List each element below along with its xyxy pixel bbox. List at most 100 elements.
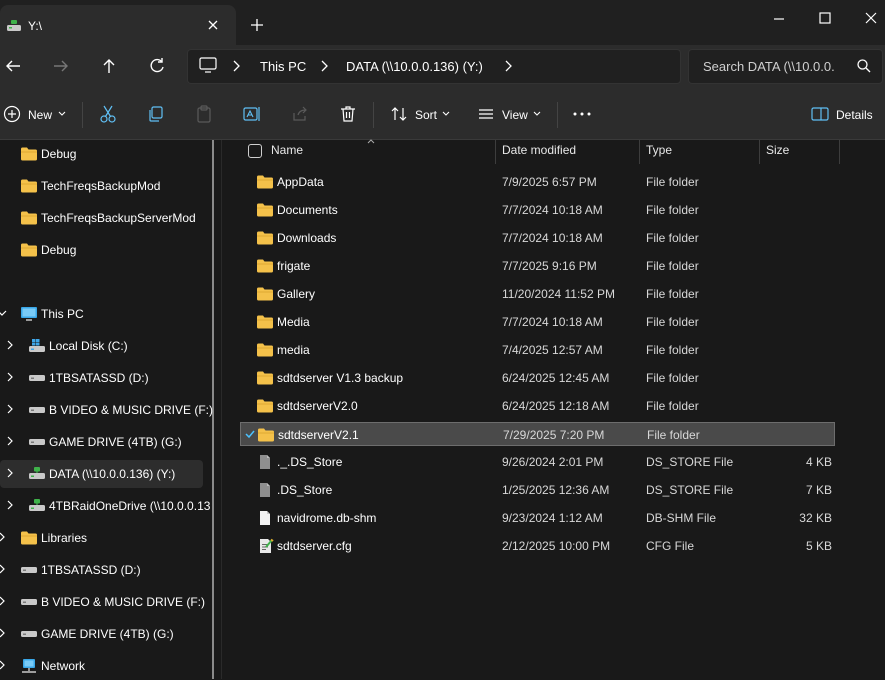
- file-name: sdtdserver V1.3 backup: [277, 371, 404, 385]
- gray-file-icon: [258, 454, 272, 470]
- pane-divider[interactable]: [221, 140, 222, 679]
- file-row[interactable]: Documents 7/7/2024 10:18 AM File folder: [240, 198, 835, 222]
- delete-icon[interactable]: [338, 104, 358, 124]
- column-header-name[interactable]: Name: [271, 143, 303, 157]
- sidebar-item-label: Local Disk (C:): [49, 339, 128, 353]
- sidebar-item-techfreqsbackupmod[interactable]: TechFreqsBackupMod: [0, 172, 203, 200]
- sidebar-item-label: 1TBSATASSD (D:): [41, 563, 141, 577]
- chevron-right-icon[interactable]: [318, 59, 330, 73]
- file-row[interactable]: frigate 7/7/2025 9:16 PM File folder: [240, 254, 835, 278]
- details-button[interactable]: Details: [836, 108, 873, 122]
- minimize-icon[interactable]: [768, 8, 790, 30]
- new-plus-icon[interactable]: [2, 104, 22, 124]
- file-row[interactable]: sdtdserver V1.3 backup 6/24/2025 12:45 AM…: [240, 366, 835, 390]
- chevron-right-icon[interactable]: [4, 339, 16, 351]
- chevron-right-icon[interactable]: [230, 59, 242, 73]
- search-icon[interactable]: [856, 58, 872, 74]
- breadcrumb-data-drive[interactable]: DATA (\\10.0.0.136) (Y:): [346, 59, 483, 74]
- sidebar-item-game-drive-4tb-g[interactable]: GAME DRIVE (4TB) (G:): [0, 620, 203, 648]
- column-header-date[interactable]: Date modified: [502, 143, 576, 157]
- drive-icon: [28, 402, 46, 418]
- sidebar-item-1tbsatassd-d[interactable]: 1TBSATASSD (D:): [0, 556, 203, 584]
- new-tab-icon[interactable]: [248, 16, 266, 34]
- breadcrumb-this-pc[interactable]: This PC: [260, 59, 306, 74]
- sidebar-item-label: 4TBRaidOneDrive (\\10.0.0.13: [49, 499, 211, 513]
- sort-ascending-icon: [366, 138, 376, 144]
- new-button[interactable]: New: [28, 108, 52, 122]
- close-tab-icon[interactable]: [204, 16, 222, 34]
- folder-icon: [256, 342, 274, 358]
- rename-icon[interactable]: [242, 104, 262, 124]
- sidebar-item-debug[interactable]: Debug: [0, 236, 203, 264]
- file-row[interactable]: Gallery 11/20/2024 11:52 PM File folder: [240, 282, 835, 306]
- chevron-down-icon[interactable]: [57, 110, 67, 118]
- column-header-type[interactable]: Type: [646, 143, 672, 157]
- maximize-icon[interactable]: [814, 8, 836, 30]
- column-header-size[interactable]: Size: [766, 143, 789, 157]
- sidebar-item-libraries[interactable]: Libraries: [0, 524, 203, 552]
- forward-arrow-icon[interactable]: [50, 55, 72, 77]
- sidebar-item-game-drive-4tb-g[interactable]: GAME DRIVE (4TB) (G:): [0, 428, 203, 456]
- chevron-right-icon[interactable]: [502, 59, 514, 73]
- sort-button[interactable]: Sort: [415, 108, 437, 122]
- file-size: 5 KB: [805, 539, 832, 553]
- chevron-right-icon[interactable]: [4, 499, 16, 511]
- file-date-modified: 1/25/2025 12:36 AM: [502, 483, 610, 497]
- chevron-right-icon[interactable]: [4, 371, 16, 383]
- sidebar-item-b-video-music-drive-f[interactable]: B VIDEO & MUSIC DRIVE (F:): [0, 396, 213, 424]
- sidebar-item-b-video-music-drive-f[interactable]: B VIDEO & MUSIC DRIVE (F:): [0, 588, 205, 616]
- copy-icon[interactable]: [146, 104, 166, 124]
- cut-icon[interactable]: [98, 104, 118, 124]
- view-icon[interactable]: [476, 104, 496, 124]
- sidebar-item-label: 1TBSATASSD (D:): [49, 371, 149, 385]
- column-divider[interactable]: [495, 140, 496, 164]
- file-date-modified: 7/9/2025 6:57 PM: [502, 175, 597, 189]
- sidebar-item-debug[interactable]: Debug: [0, 140, 203, 168]
- file-row[interactable]: sdtdserver.cfg 2/12/2025 10:00 PM CFG File…: [240, 534, 835, 558]
- cfg-file-icon: [258, 538, 274, 554]
- file-row[interactable]: ._.DS_Store 9/26/2024 2:01 PM DS_STORE Fil…: [240, 450, 835, 474]
- chevron-right-icon[interactable]: [4, 403, 16, 415]
- column-divider[interactable]: [639, 140, 640, 164]
- file-row[interactable]: sdtdserverV2.0 6/24/2025 12:18 AM File fol…: [240, 394, 835, 418]
- chevron-down-icon[interactable]: [0, 307, 8, 319]
- view-button[interactable]: View: [502, 108, 528, 122]
- file-row[interactable]: media 7/4/2025 12:57 AM File folder: [240, 338, 835, 362]
- refresh-icon[interactable]: [146, 55, 168, 77]
- sidebar-item-1tbsatassd-d[interactable]: 1TBSATASSD (D:): [0, 364, 203, 392]
- column-divider[interactable]: [839, 140, 840, 164]
- sort-icon[interactable]: [389, 104, 409, 124]
- details-pane-icon[interactable]: [810, 104, 830, 124]
- chevron-right-icon[interactable]: [4, 467, 16, 479]
- sidebar-item-4tbraidonedrive-10-0-0-13[interactable]: 4TBRaidOneDrive (\\10.0.0.13: [0, 492, 210, 520]
- more-options-icon[interactable]: [572, 104, 592, 124]
- paste-icon[interactable]: [194, 104, 214, 124]
- toolbar-divider: [557, 102, 558, 128]
- column-divider[interactable]: [759, 140, 760, 164]
- chevron-right-icon[interactable]: [0, 627, 8, 639]
- back-arrow-icon[interactable]: [2, 55, 24, 77]
- sidebar-item-this-pc[interactable]: This PC: [0, 300, 203, 328]
- sidebar-item-techfreqsbackupservermod[interactable]: TechFreqsBackupServerMod: [0, 204, 203, 232]
- file-row[interactable]: Media 7/7/2024 10:18 AM File folder: [240, 310, 835, 334]
- sidebar-item-local-disk-c[interactable]: Local Disk (C:): [0, 332, 203, 360]
- file-row[interactable]: Downloads 7/7/2024 10:18 AM File folder: [240, 226, 835, 250]
- chevron-right-icon[interactable]: [0, 659, 8, 671]
- chevron-down-icon[interactable]: [441, 110, 451, 118]
- row-checkbox-checked-icon[interactable]: [244, 428, 256, 440]
- sidebar-item-network[interactable]: Network: [0, 652, 203, 680]
- select-all-checkbox[interactable]: [248, 144, 262, 158]
- up-arrow-icon[interactable]: [98, 55, 120, 77]
- chevron-right-icon[interactable]: [4, 435, 16, 447]
- file-row[interactable]: .DS_Store 1/25/2025 12:36 AM DS_STORE File…: [240, 478, 835, 502]
- sidebar-item-data-10-0-0-136-y[interactable]: DATA (\\10.0.0.136) (Y:): [0, 460, 203, 488]
- chevron-down-icon[interactable]: [532, 110, 542, 118]
- file-row[interactable]: AppData 7/9/2025 6:57 PM File folder: [240, 170, 835, 194]
- file-row[interactable]: navidrome.db-shm 9/23/2024 1:12 AM DB-SHM …: [240, 506, 835, 530]
- chevron-right-icon[interactable]: [0, 563, 8, 575]
- window-close-icon[interactable]: [860, 8, 882, 30]
- chevron-right-icon[interactable]: [0, 531, 8, 543]
- chevron-right-icon[interactable]: [0, 595, 8, 607]
- share-icon[interactable]: [290, 104, 310, 124]
- file-row[interactable]: sdtdserverV2.1 7/29/2025 7:20 PM File fold…: [240, 422, 835, 446]
